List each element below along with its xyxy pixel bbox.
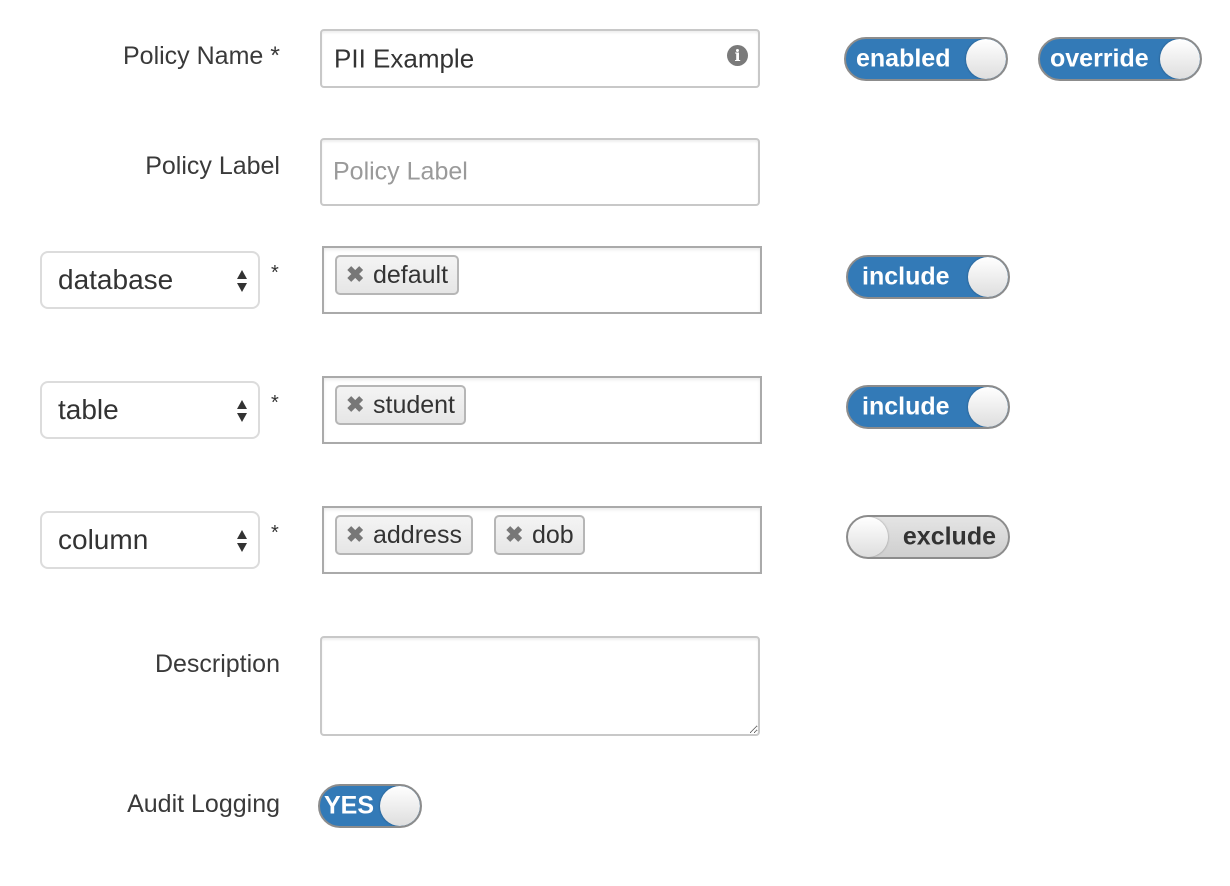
resource-type-select-database[interactable]: database	[40, 251, 260, 309]
tag-label: address	[373, 521, 462, 549]
policy-label-placeholder: Policy Label	[333, 157, 468, 186]
toggle-knob	[968, 387, 1008, 427]
policy-label-input[interactable]: Policy Label	[320, 138, 760, 206]
include-toggle-label: include	[862, 392, 950, 421]
override-toggle-label: override	[1050, 44, 1149, 73]
toggle-knob	[1160, 39, 1200, 79]
include-toggle-database[interactable]: include	[846, 255, 1010, 299]
select-arrows-icon	[237, 270, 247, 292]
resource-type-select-table[interactable]: table	[40, 381, 260, 439]
resource-type-select-column[interactable]: column	[40, 511, 260, 569]
tag-dob: ✖ dob	[494, 515, 585, 555]
toggle-knob	[968, 257, 1008, 297]
required-star: *	[271, 392, 279, 414]
required-star: *	[271, 262, 279, 284]
description-textarea[interactable]	[320, 636, 760, 736]
select-arrows-icon	[237, 530, 247, 552]
toggle-knob	[380, 786, 420, 826]
resource-type-value: database	[58, 264, 174, 295]
exclude-toggle-column[interactable]: exclude	[846, 515, 1010, 559]
audit-logging-label: Audit Logging	[127, 790, 280, 818]
override-toggle[interactable]: override	[1038, 37, 1202, 81]
tag-address: ✖ address	[335, 515, 473, 555]
policy-name-label: Policy Name *	[123, 42, 280, 70]
select-arrows-icon	[237, 400, 247, 422]
include-toggle-table[interactable]: include	[846, 385, 1010, 429]
toggle-knob	[966, 39, 1006, 79]
tag-default: ✖ default	[335, 255, 460, 295]
remove-tag-icon[interactable]: ✖	[346, 517, 364, 553]
audit-logging-toggle[interactable]: YES	[318, 784, 422, 828]
tag-label: default	[373, 261, 449, 289]
policy-name-input[interactable]: PII Example i	[320, 29, 760, 88]
enabled-toggle-label: enabled	[856, 44, 951, 73]
tag-label: student	[373, 391, 456, 419]
description-label: Description	[154, 650, 280, 678]
remove-tag-icon[interactable]: ✖	[346, 257, 364, 293]
enabled-toggle[interactable]: enabled	[844, 37, 1008, 81]
resource-values-column[interactable]: ✖ address ✖ dob	[322, 506, 762, 574]
include-toggle-label: include	[862, 262, 950, 291]
policy-label-label: Policy Label	[145, 152, 280, 180]
info-icon[interactable]: i	[727, 45, 748, 66]
tag-label: dob	[532, 521, 574, 549]
tag-student: ✖ student	[335, 385, 467, 425]
resource-type-value: table	[58, 394, 119, 425]
exclude-toggle-label: exclude	[902, 522, 996, 551]
resource-type-value: column	[58, 524, 149, 555]
remove-tag-icon[interactable]: ✖	[346, 387, 364, 423]
resource-values-table[interactable]: ✖ student	[322, 376, 762, 444]
audit-logging-toggle-label: YES	[324, 791, 375, 820]
required-star: *	[271, 522, 279, 544]
remove-tag-icon[interactable]: ✖	[505, 517, 523, 553]
resource-values-database[interactable]: ✖ default	[322, 246, 762, 314]
policy-name-value: PII Example	[334, 43, 475, 73]
toggle-knob	[848, 517, 888, 557]
